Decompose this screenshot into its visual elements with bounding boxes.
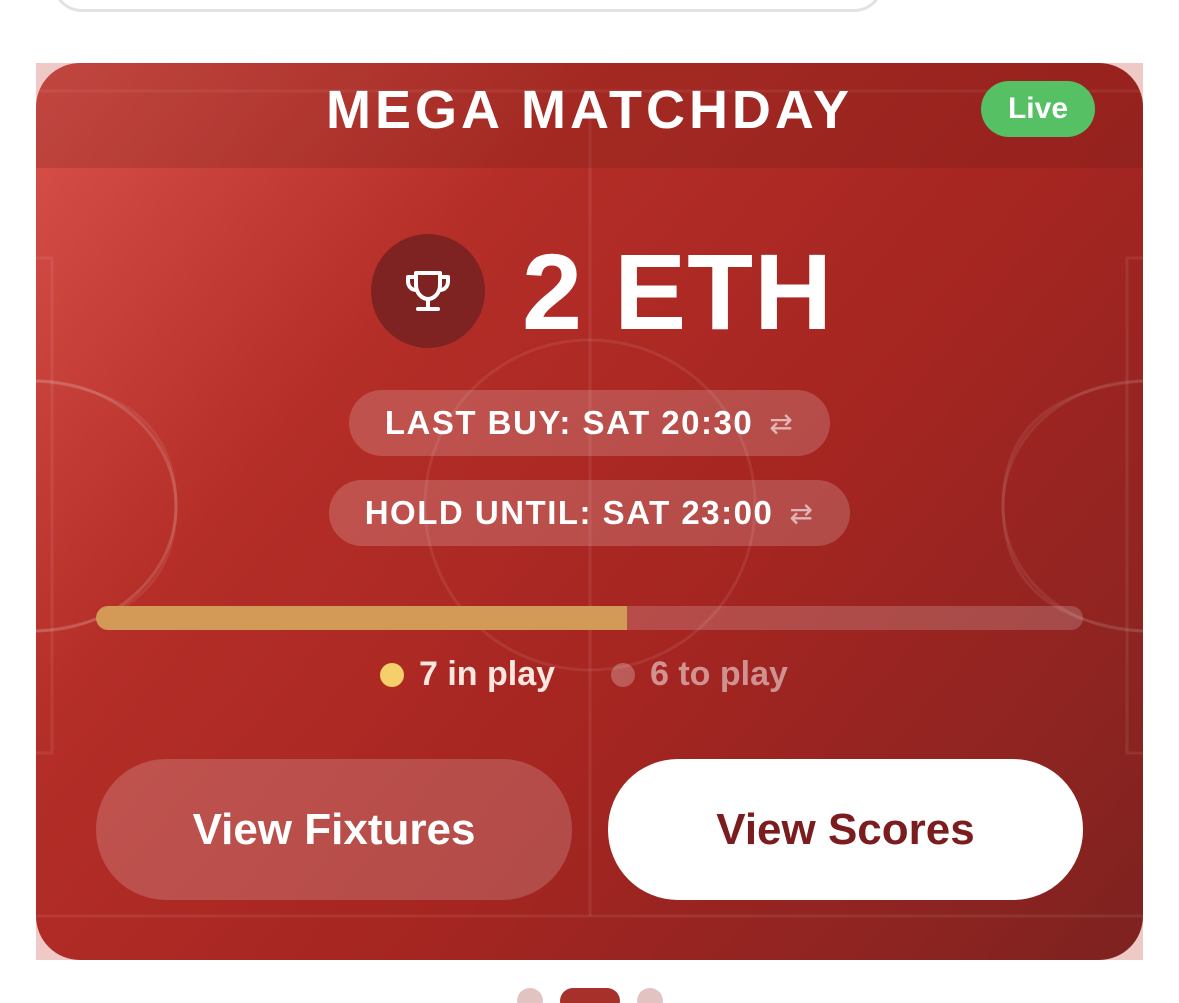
progress-legend: 7 in play 6 to play (36, 655, 1143, 703)
legend-to-play: 6 to play (611, 655, 788, 694)
matches-progress-bar (96, 606, 1083, 630)
live-status-badge: Live (981, 81, 1095, 137)
in-play-label: 7 in play (419, 655, 556, 693)
view-fixtures-button[interactable]: View Fixtures (96, 759, 572, 900)
prize-amount: 2 ETH (522, 231, 834, 352)
progress-fill (96, 606, 627, 630)
carousel-pager (0, 988, 1179, 1003)
pager-dot[interactable] (637, 988, 663, 1003)
search-bar[interactable] (52, 0, 884, 12)
to-play-label: 6 to play (650, 655, 788, 693)
to-play-dot-icon (611, 662, 635, 687)
hold-until-label: HOLD UNTIL: SAT 23:00 (364, 494, 774, 531)
hold-until-pill[interactable]: HOLD UNTIL: SAT 23:00 ⇄ (329, 480, 850, 546)
page: MEGA MATCHDAY Live 2 ETH LAST BUY: SAT 2… (0, 0, 1179, 1003)
last-buy-pill[interactable]: LAST BUY: SAT 20:30 ⇄ (349, 390, 830, 456)
trophy-icon (406, 271, 450, 311)
last-buy-label: LAST BUY: SAT 20:30 (384, 404, 754, 441)
view-scores-button[interactable]: View Scores (608, 759, 1083, 900)
swap-icon: ⇄ (769, 407, 795, 439)
trophy-badge (371, 234, 485, 348)
in-play-dot-icon (380, 662, 404, 687)
legend-in-play: 7 in play (380, 655, 555, 694)
matchday-card: MEGA MATCHDAY Live 2 ETH LAST BUY: SAT 2… (36, 63, 1143, 960)
card-title: MEGA MATCHDAY (325, 80, 853, 140)
swap-icon: ⇄ (789, 497, 815, 529)
pager-dot-active[interactable] (560, 988, 620, 1003)
pager-dot[interactable] (517, 988, 543, 1003)
